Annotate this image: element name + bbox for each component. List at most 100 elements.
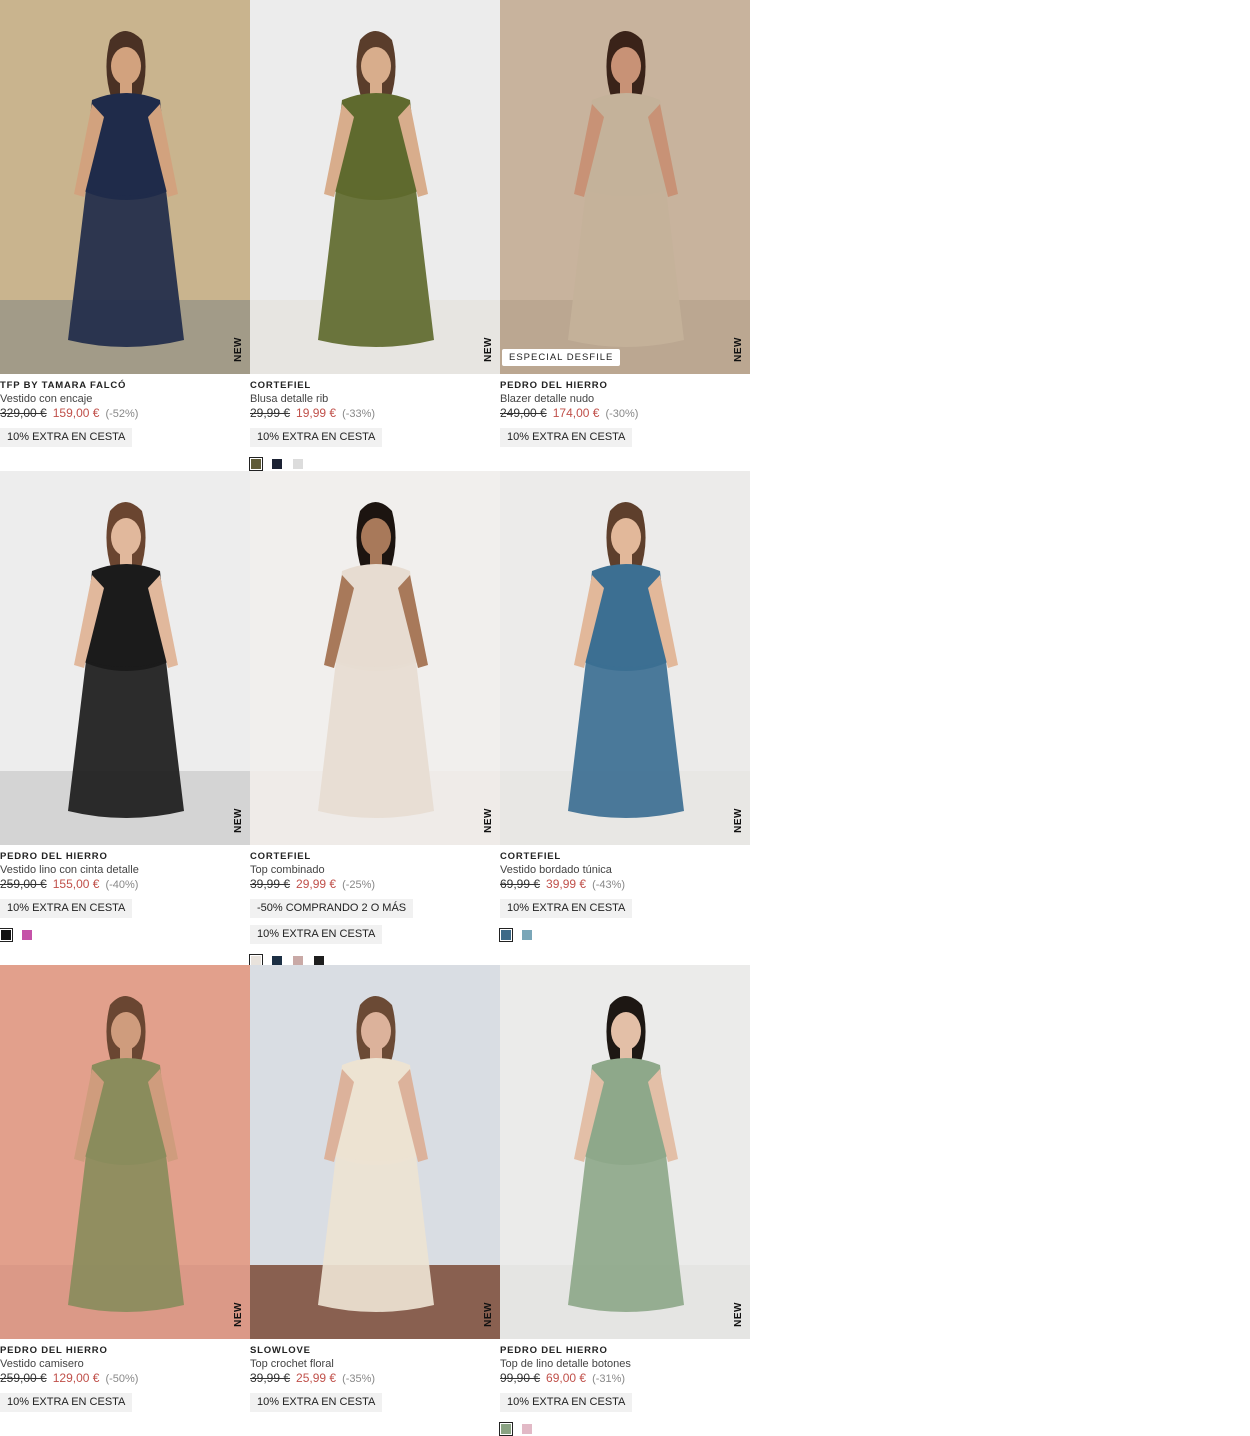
- product-title[interactable]: Blazer detalle nudo: [500, 392, 750, 406]
- model-face: [111, 518, 141, 556]
- color-swatch[interactable]: [0, 928, 13, 942]
- original-price: 259,00 €: [0, 877, 47, 891]
- color-swatch[interactable]: [293, 459, 303, 469]
- promo-badge: 10% EXTRA EN CESTA: [0, 899, 133, 918]
- product-brand: CORTEFIEL: [250, 851, 312, 862]
- model-face: [611, 47, 641, 85]
- promo-list: 10% EXTRA EN CESTA: [500, 1386, 750, 1412]
- product-brand: SLOWLOVE: [250, 1345, 311, 1356]
- product-image[interactable]: NEW: [500, 471, 750, 845]
- product-brand: CORTEFIEL: [500, 851, 562, 862]
- discount-percent: (-33%): [342, 408, 376, 420]
- promo-badge: 10% EXTRA EN CESTA: [500, 899, 633, 918]
- model-bottom: [68, 661, 184, 818]
- promo-badge: 10% EXTRA EN CESTA: [250, 1393, 383, 1412]
- original-price: 39,99 €: [250, 877, 291, 891]
- product-card[interactable]: NEW CORTEFIEL Top combinado 39,99 € 29,99 € (…: [249, 471, 500, 968]
- product-card[interactable]: NEW PEDRO DEL HIERRO Vestido camisero 259,0…: [0, 965, 250, 1435]
- product-info: TFP BY TAMARA FALCÓ Vestido con encaje 329…: [0, 380, 250, 447]
- discount-percent: (-25%): [342, 879, 376, 891]
- promo-list: 10% EXTRA EN CESTA: [0, 421, 250, 447]
- product-image[interactable]: NEW: [0, 471, 250, 845]
- model-face: [111, 47, 141, 85]
- color-swatch[interactable]: [499, 928, 513, 942]
- product-photo: [0, 471, 250, 845]
- product-card[interactable]: NEW CORTEFIEL Vestido bordado túnica 69,99 …: [499, 471, 750, 942]
- price-row: 69,99 € 39,99 € (-43%): [500, 877, 750, 892]
- promo-badge: 10% EXTRA EN CESTA: [250, 925, 383, 944]
- original-price: 39,99 €: [250, 1371, 291, 1385]
- product-photo: [500, 471, 750, 845]
- product-card[interactable]: NEW PEDRO DEL HIERRO Top de lino detalle b…: [499, 965, 750, 1436]
- model-bottom: [568, 190, 684, 347]
- product-image[interactable]: NEW: [250, 0, 500, 374]
- price-row: 39,99 € 25,99 € (-35%): [250, 1371, 500, 1386]
- color-swatches: [0, 928, 250, 942]
- product-image[interactable]: NEW: [500, 965, 750, 1339]
- product-photo: [250, 471, 500, 845]
- color-swatch[interactable]: [499, 1422, 513, 1436]
- product-brand: PEDRO DEL HIERRO: [500, 380, 608, 391]
- color-swatch[interactable]: [522, 930, 532, 940]
- promo-list: 10% EXTRA EN CESTA: [0, 892, 250, 918]
- product-card[interactable]: NEW CORTEFIEL Blusa detalle rib 29,99 € 19,9…: [249, 0, 500, 471]
- sale-price: 69,00 €: [546, 1371, 587, 1385]
- product-title[interactable]: Vestido lino con cinta detalle: [0, 863, 250, 877]
- model-face: [361, 1012, 391, 1050]
- product-info: CORTEFIEL Blusa detalle rib 29,99 € 19,99 €…: [249, 380, 500, 471]
- model-bottom: [318, 661, 434, 818]
- product-title[interactable]: Blusa detalle rib: [250, 392, 500, 406]
- product-info: PEDRO DEL HIERRO Vestido lino con cinta d…: [0, 851, 250, 942]
- new-tag: NEW: [483, 337, 494, 362]
- product-card[interactable]: ESPECIAL DESFILE NEW PEDRO DEL HIERRO Blaze…: [500, 0, 750, 470]
- product-title[interactable]: Top crochet floral: [250, 1357, 500, 1371]
- product-image[interactable]: NEW: [0, 0, 250, 374]
- promo-badge: 10% EXTRA EN CESTA: [0, 1393, 133, 1412]
- product-title[interactable]: Top de lino detalle botones: [500, 1357, 750, 1371]
- product-image[interactable]: ESPECIAL DESFILE NEW: [500, 0, 750, 374]
- product-photo: [0, 0, 250, 374]
- special-badge: ESPECIAL DESFILE: [502, 349, 621, 366]
- new-tag: NEW: [733, 337, 744, 362]
- product-image[interactable]: NEW: [250, 965, 500, 1339]
- price-row: 29,99 € 19,99 € (-33%): [250, 406, 500, 421]
- color-swatch[interactable]: [249, 457, 263, 471]
- original-price: 249,00 €: [500, 406, 547, 420]
- promo-badge: 10% EXTRA EN CESTA: [250, 428, 383, 447]
- original-price: 259,00 €: [0, 1371, 47, 1385]
- sale-price: 25,99 €: [296, 1371, 337, 1385]
- product-card[interactable]: NEW PEDRO DEL HIERRO Vestido lino con cint…: [0, 471, 250, 942]
- color-swatch[interactable]: [272, 459, 282, 469]
- product-brand: TFP BY TAMARA FALCÓ: [0, 380, 127, 391]
- original-price: 99,90 €: [500, 1371, 541, 1385]
- promo-list: 10% EXTRA EN CESTA: [250, 1386, 500, 1412]
- original-price: 329,00 €: [0, 406, 47, 420]
- color-swatch[interactable]: [522, 1424, 532, 1434]
- promo-list: 10% EXTRA EN CESTA: [0, 1386, 250, 1412]
- product-image[interactable]: NEW: [0, 965, 250, 1339]
- product-image[interactable]: NEW: [250, 471, 500, 845]
- product-info: SLOWLOVE Top crochet floral 39,99 € 25,99 €…: [250, 1345, 500, 1412]
- product-brand: PEDRO DEL HIERRO: [500, 1345, 608, 1356]
- color-swatch[interactable]: [22, 930, 32, 940]
- product-title[interactable]: Vestido con encaje: [0, 392, 250, 406]
- model-face: [361, 518, 391, 556]
- product-title[interactable]: Top combinado: [250, 863, 500, 877]
- model-bottom: [568, 1155, 684, 1312]
- discount-percent: (-31%): [592, 1373, 626, 1385]
- new-tag: NEW: [483, 808, 494, 833]
- color-swatches: [249, 457, 500, 471]
- product-card[interactable]: NEW TFP BY TAMARA FALCÓ Vestido con encaje…: [0, 0, 250, 470]
- product-title[interactable]: Vestido camisero: [0, 1357, 250, 1371]
- original-price: 69,99 €: [500, 877, 541, 891]
- price-row: 39,99 € 29,99 € (-25%): [250, 877, 500, 892]
- color-swatches: [499, 928, 750, 942]
- sale-price: 174,00 €: [552, 406, 600, 420]
- price-row: 329,00 € 159,00 € (-52%): [0, 406, 250, 421]
- product-photo: [500, 965, 750, 1339]
- product-info: PEDRO DEL HIERRO Top de lino detalle boto…: [499, 1345, 750, 1436]
- new-tag: NEW: [733, 808, 744, 833]
- product-brand: PEDRO DEL HIERRO: [0, 1345, 108, 1356]
- product-card[interactable]: NEW SLOWLOVE Top crochet floral 39,99 € 25,9…: [250, 965, 500, 1435]
- product-title[interactable]: Vestido bordado túnica: [500, 863, 750, 877]
